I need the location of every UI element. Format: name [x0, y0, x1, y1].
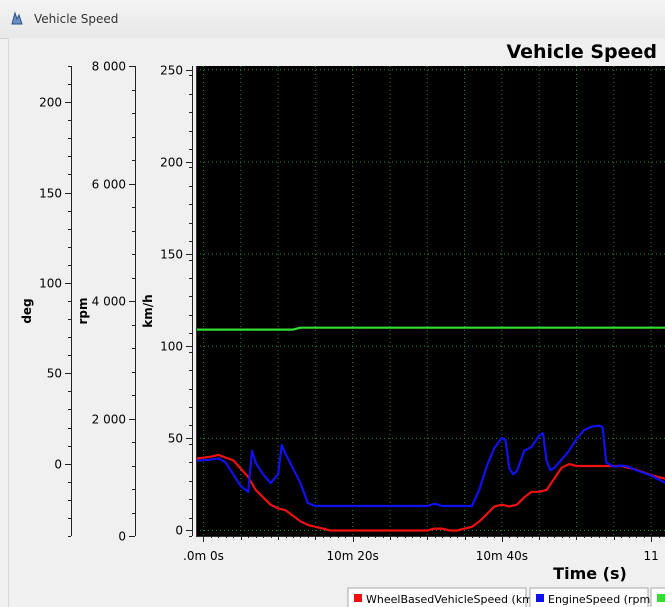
y-tick-label: 50 — [47, 367, 62, 381]
x-tick-label: 11 — [643, 549, 658, 563]
chart-panel: Vehicle Speed 0 50 100 150 200 deg 0 2 000 4 000… — [8, 38, 665, 607]
y-axis-rpm: 0 2 000 4 000 6 000 8 000 rpm — [76, 60, 136, 544]
y-tick-label: 0 — [118, 530, 126, 544]
y-tick-label: 100 — [39, 277, 62, 291]
y-tick-label: 100 — [160, 340, 183, 354]
app-chart-icon — [11, 11, 23, 25]
y-tick-label: 50 — [168, 432, 183, 446]
y-axis-title: rpm — [76, 297, 90, 324]
y-tick-label: 200 — [39, 96, 62, 110]
x-axis: .0m 0s 10m 20s 10m 40s 11 — [183, 536, 660, 563]
legend-swatch — [536, 594, 544, 602]
y-axes: 050100150200deg02 0004 0006 0008 000rpm0… — [20, 60, 193, 544]
legend-label: EngineSpeed (rpm) — [548, 593, 654, 606]
y-tick-label: 8 000 — [92, 60, 126, 74]
legend-item-0[interactable]: WheelBasedVehicleSpeed (km/h) — [347, 587, 548, 607]
y-tick-label: 150 — [160, 248, 183, 262]
x-tick-label: 10m 20s — [327, 549, 379, 563]
y-tick-label: 6 000 — [92, 178, 126, 192]
legend-item-1[interactable]: EngineSpeed (rpm) — [529, 587, 654, 607]
x-tick-label: .0m 0s — [183, 549, 224, 563]
y-tick-label: 250 — [160, 64, 183, 78]
legend-item-2[interactable] — [650, 587, 665, 607]
y-axis-kmh: 0 50 100 150 200 250 km/h — [141, 64, 193, 538]
y-tick-label: 2 000 — [92, 413, 126, 427]
window-title: Vehicle Speed — [34, 12, 119, 26]
chart-title: Vehicle Speed — [506, 41, 657, 63]
y-tick-label: 4 000 — [92, 295, 126, 309]
legend: WheelBasedVehicleSpeed (km/h) EngineSpeed… — [347, 587, 665, 607]
y-axis-deg: 0 50 100 150 200 deg — [20, 66, 72, 537]
x-axis-title: Time (s) — [553, 564, 627, 583]
y-tick-label: 0 — [54, 458, 62, 472]
window-titlebar: Vehicle Speed — [0, 0, 665, 39]
legend-label: WheelBasedVehicleSpeed (km/h) — [366, 593, 548, 606]
y-tick-label: 0 — [175, 524, 183, 538]
x-tick-label: 10m 40s — [476, 549, 528, 563]
y-axis-title: km/h — [141, 294, 155, 327]
legend-swatch — [657, 594, 665, 602]
y-axis-title: deg — [20, 298, 34, 323]
y-tick-label: 150 — [39, 187, 62, 201]
legend-swatch — [354, 594, 362, 602]
y-tick-label: 200 — [160, 156, 183, 170]
chart-canvas[interactable]: Vehicle Speed 0 50 100 150 200 deg 0 2 000 4 000… — [9, 38, 665, 607]
